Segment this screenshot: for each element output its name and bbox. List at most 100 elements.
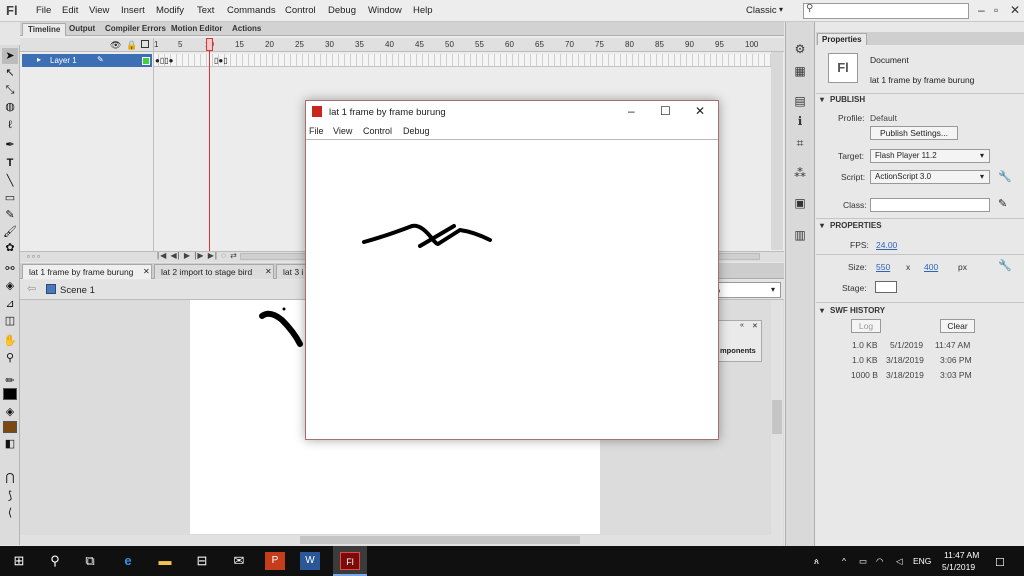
close-icon[interactable]: ✕ — [1010, 3, 1020, 17]
menu-file[interactable]: File — [36, 5, 51, 16]
playhead[interactable] — [206, 38, 213, 51]
playback-controls-icon[interactable]: |◀ ◀| ▶ |▶ ▶| ◌ ⇄ ▫ ▫ — [157, 251, 252, 260]
keyframe-icon[interactable]: ●▯▯● — [155, 56, 173, 65]
scene-label[interactable]: Scene 1 — [60, 285, 95, 296]
log-button[interactable]: Log — [851, 319, 881, 333]
word-icon[interactable]: W — [300, 552, 320, 570]
deco-tool-icon[interactable]: ✿ — [2, 240, 18, 256]
wifi-icon[interactable]: ◠ — [876, 556, 883, 567]
rectangle-tool-icon[interactable]: ▭ — [2, 190, 18, 206]
tab-motion-editor[interactable]: Motion Editor — [166, 23, 228, 36]
workspace-switcher[interactable]: Classic — [746, 5, 777, 16]
transform-icon[interactable]: ⌗ — [790, 136, 810, 151]
swf-menu-control[interactable]: Control — [363, 126, 392, 136]
back-arrow-icon[interactable]: ⇦ — [27, 282, 36, 295]
chevron-down-icon[interactable]: ▾ — [820, 306, 824, 315]
frame-number[interactable]: 1 — [154, 40, 158, 49]
lock-icon[interactable]: 🔒 — [126, 40, 137, 51]
keyframe-icon[interactable]: ▯●▯ — [214, 56, 228, 65]
menu-view[interactable]: View — [89, 5, 109, 16]
text-tool-icon[interactable]: T — [2, 155, 18, 171]
height-value[interactable]: 400 — [924, 262, 938, 272]
line-tool-icon[interactable]: ╲ — [2, 173, 18, 189]
outline-icon[interactable] — [141, 40, 149, 48]
menu-debug[interactable]: Debug — [328, 5, 356, 16]
hand-tool-icon[interactable]: ✋ — [2, 333, 18, 349]
tab-compiler-errors[interactable]: Compiler Errors — [100, 23, 171, 36]
frame-number[interactable]: 65 — [535, 40, 544, 49]
swap-colors-icon[interactable]: ◧ — [2, 436, 18, 452]
lasso-tool-icon[interactable]: ℓ — [2, 117, 18, 133]
menu-control[interactable]: Control — [285, 5, 316, 16]
frame-number[interactable]: 85 — [655, 40, 664, 49]
swf-history-section-header[interactable]: SWF HISTORY — [830, 306, 885, 315]
chevron-down-icon[interactable]: ▾ — [820, 95, 824, 104]
eraser-tool-icon[interactable]: ◫ — [2, 313, 18, 329]
timeline-scrollbar[interactable] — [771, 52, 783, 250]
frame-number[interactable]: 40 — [385, 40, 394, 49]
frame-number[interactable]: 30 — [325, 40, 334, 49]
powerpoint-icon[interactable]: P — [265, 552, 285, 570]
straighten-icon[interactable]: ⟨ — [2, 505, 18, 521]
fill-color-swatch[interactable] — [3, 421, 17, 433]
close-icon[interactable]: ✕ — [143, 267, 150, 276]
collapse-icon[interactable]: « — [740, 322, 744, 329]
eyedropper-tool-icon[interactable]: ⊿ — [2, 296, 18, 312]
tab-properties[interactable]: Properties — [817, 33, 867, 45]
zoom-tool-icon[interactable]: ⚲ — [2, 350, 18, 366]
flash-icon[interactable]: Fl — [340, 552, 360, 570]
frame-number[interactable]: 60 — [505, 40, 514, 49]
publish-settings-button[interactable]: Publish Settings... — [870, 126, 958, 140]
swf-menu-file[interactable]: File — [309, 126, 324, 136]
free-transform-tool-icon[interactable]: ⤡ — [2, 82, 18, 98]
script-select[interactable]: ActionScript 3.0 — [870, 170, 990, 184]
frame-number[interactable]: 5 — [178, 40, 182, 49]
volume-icon[interactable]: ◁ — [896, 556, 903, 567]
stage-color-swatch[interactable] — [875, 281, 897, 293]
mail-icon[interactable]: ✉ — [229, 552, 249, 570]
bone-tool-icon[interactable]: ⚯ — [2, 261, 18, 277]
help-search-input[interactable] — [803, 3, 969, 19]
scrollbar-thumb[interactable] — [300, 536, 580, 544]
search-icon[interactable]: ⚲ — [45, 552, 65, 570]
chevron-down-icon[interactable]: ▾ — [980, 172, 984, 181]
components-icon[interactable]: ▣ — [790, 196, 810, 210]
maximize-icon[interactable]: ☐ — [660, 104, 671, 118]
color-icon[interactable]: ⚙ — [790, 42, 810, 56]
tab-output[interactable]: Output — [64, 23, 100, 36]
align-icon[interactable]: ▤ — [790, 94, 810, 108]
frame-number[interactable]: 45 — [415, 40, 424, 49]
clock-date[interactable]: 5/1/2019 — [942, 562, 975, 572]
language-indicator[interactable]: ENG — [913, 556, 931, 566]
class-input[interactable] — [870, 198, 990, 212]
doc-tab-2[interactable]: lat 2 import to stage bird — [154, 264, 274, 279]
frame-number[interactable]: 100 — [745, 40, 758, 49]
wrench-icon[interactable]: 🔧 — [998, 170, 1012, 183]
close-icon[interactable]: ✕ — [752, 322, 758, 330]
selection-tool-icon[interactable]: ➤ — [2, 48, 18, 64]
chevron-down-icon[interactable]: ▾ — [771, 285, 775, 294]
code-snippets-icon[interactable]: ⁂ — [790, 166, 810, 180]
smooth-icon[interactable]: ⟆ — [2, 488, 18, 504]
clock-time[interactable]: 11:47 AM — [944, 550, 979, 560]
frame-number[interactable]: 20 — [265, 40, 274, 49]
store-icon[interactable]: ⊟ — [192, 552, 212, 570]
frame-number[interactable]: 35 — [355, 40, 364, 49]
chevron-down-icon[interactable]: ▾ — [820, 221, 824, 230]
menu-commands[interactable]: Commands — [227, 5, 276, 16]
frame-number[interactable]: 80 — [625, 40, 634, 49]
close-icon[interactable]: ✕ — [695, 104, 705, 118]
wrench-icon[interactable]: 🔧 — [998, 259, 1012, 272]
minimize-icon[interactable]: – — [978, 3, 985, 17]
pencil-tool-icon[interactable]: ✎ — [2, 207, 18, 223]
minimize-icon[interactable]: – — [628, 104, 635, 118]
menu-edit[interactable]: Edit — [62, 5, 78, 16]
battery-icon[interactable]: ▭ — [859, 556, 867, 567]
windows-start-icon[interactable]: ⊞ — [9, 552, 29, 570]
scrollbar-thumb[interactable] — [772, 400, 782, 434]
notifications-icon[interactable]: ☐ — [995, 556, 1005, 569]
info-icon[interactable]: ℹ — [790, 114, 810, 128]
stroke-color-swatch[interactable] — [3, 388, 17, 400]
fps-value[interactable]: 24.00 — [876, 240, 897, 250]
subselection-tool-icon[interactable]: ↖ — [2, 65, 18, 81]
